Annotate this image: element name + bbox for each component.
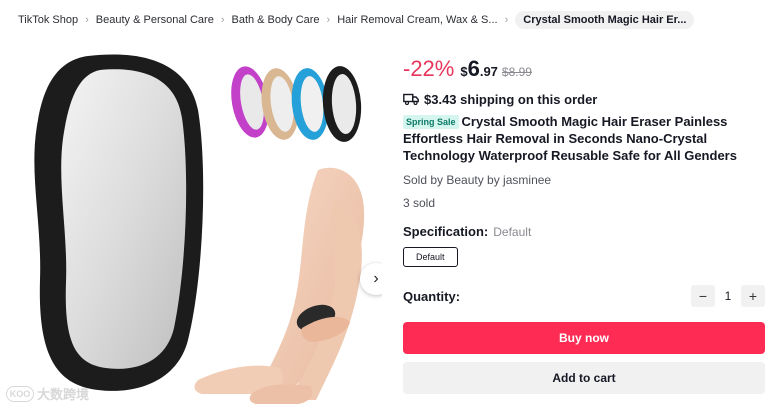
watermark-logo: KOO [6, 385, 34, 402]
quantity-label: Quantity: [403, 288, 461, 304]
seller-name[interactable]: Sold by Beauty by jasminee [403, 173, 765, 187]
sold-count: 3 sold [403, 196, 436, 210]
price-currency: $ [460, 64, 468, 79]
product-info: -22% $ 6 .97 $8.99 $3.43 shipping on thi… [403, 56, 765, 394]
breadcrumb-item-hair-removal[interactable]: Hair Removal Cream, Wax & S... [337, 14, 497, 26]
specification-row: Specification: Default [403, 224, 765, 239]
breadcrumb-item-tiktok-shop[interactable]: TikTok Shop [18, 14, 78, 26]
original-price: $8.99 [501, 65, 532, 79]
chevron-right-icon: › [504, 14, 509, 26]
breadcrumb-current: Crystal Smooth Magic Hair Er... [515, 11, 695, 29]
spring-sale-badge: Spring Sale [403, 115, 459, 129]
product-image[interactable]: › [18, 50, 382, 408]
shipping-info: $3.43 shipping on this order [403, 90, 765, 108]
price-integer: 6 [467, 56, 480, 81]
product-photo [34, 54, 365, 404]
discount-label: -22% [403, 56, 455, 81]
watermark-text: 大数跨境 [37, 387, 90, 402]
breadcrumb: TikTok Shop › Beauty & Personal Care › B… [18, 10, 695, 30]
price-decimal: .97 [479, 64, 498, 79]
breadcrumb-item-bath-body[interactable]: Bath & Body Care [231, 14, 319, 26]
chevron-right-icon: › [373, 270, 379, 287]
breadcrumb-item-beauty[interactable]: Beauty & Personal Care [96, 14, 214, 26]
chevron-right-icon: › [326, 14, 331, 26]
quantity-decrease-button[interactable]: − [691, 285, 715, 307]
quantity-row: Quantity: − 1 + [403, 284, 765, 308]
truck-icon [403, 93, 419, 105]
quantity-increase-button[interactable]: + [741, 285, 765, 307]
quantity-value[interactable]: 1 [715, 289, 741, 303]
specification-label: Specification: [403, 224, 489, 239]
chevron-right-icon: › [85, 14, 89, 26]
shipping-text: $3.43 shipping on this order [424, 91, 598, 107]
buy-now-button[interactable]: Buy now [403, 322, 765, 354]
specification-value: Default [493, 225, 532, 239]
product-title: Spring Sale Crystal Smooth Magic Hair Era… [403, 113, 765, 164]
spec-option-default[interactable]: Default [403, 247, 458, 267]
chevron-right-icon: › [220, 14, 225, 26]
watermark: KOO 大数跨境 [6, 384, 89, 403]
quantity-stepper: − 1 + [691, 285, 765, 307]
price-row: -22% $ 6 .97 $8.99 [403, 56, 765, 86]
add-to-cart-button[interactable]: Add to cart [403, 362, 765, 394]
